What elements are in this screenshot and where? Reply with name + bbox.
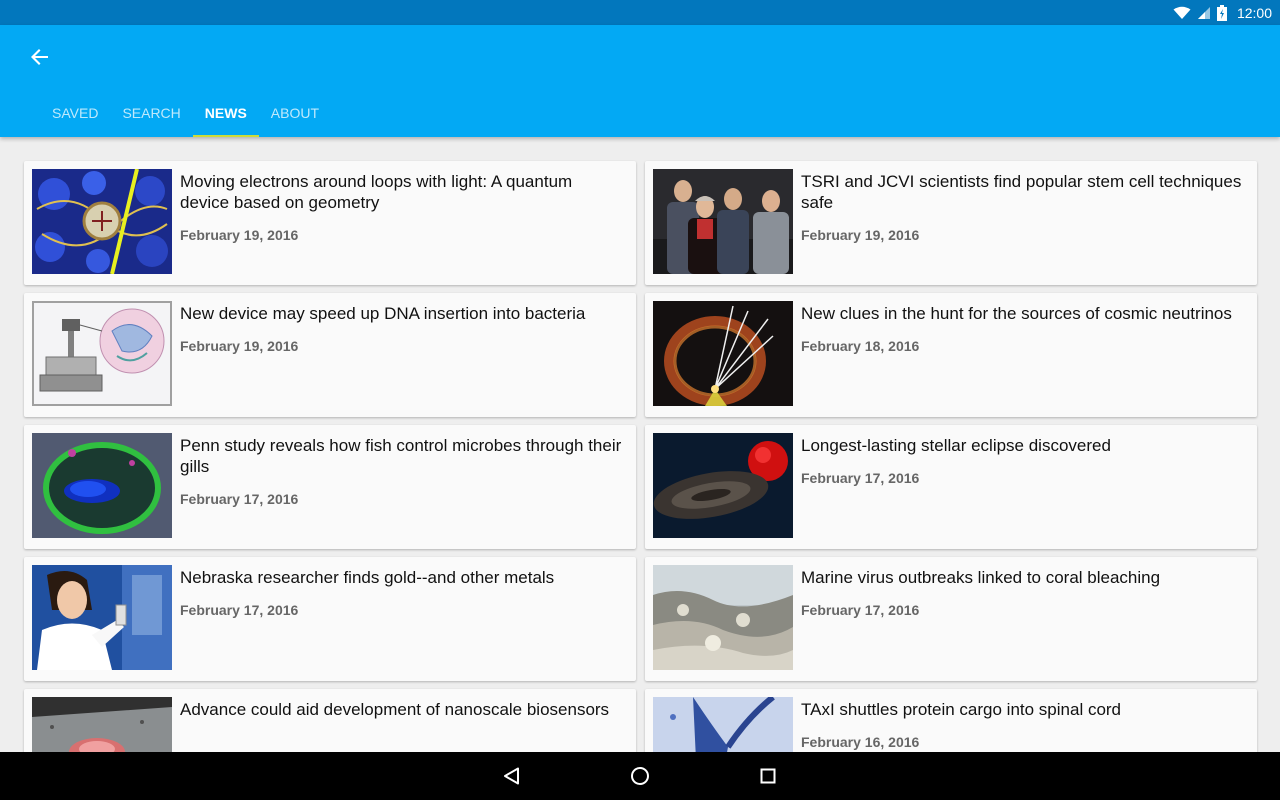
article-title: New device may speed up DNA insertion in…: [180, 304, 586, 323]
signal-icon: [1197, 6, 1210, 19]
article-date: February 18, 2016: [801, 338, 920, 354]
article-thumbnail-neutrinos: [653, 301, 793, 406]
article-title: Marine virus outbreaks linked to coral b…: [801, 568, 1161, 587]
news-grid: Moving electrons around loops with light…: [24, 161, 1257, 752]
news-card[interactable]: TAxI shuttles protein cargo into spinal …: [645, 689, 1257, 752]
article-date: February 17, 2016: [801, 470, 920, 486]
square-recents-icon: [760, 768, 776, 784]
tab-news[interactable]: NEWS: [192, 89, 259, 137]
arrow-left-icon: [31, 49, 48, 65]
news-card[interactable]: New device may speed up DNA insertion in…: [24, 293, 636, 417]
triangle-back-icon: [504, 767, 519, 785]
article-title: TAxI shuttles protein cargo into spinal …: [801, 700, 1122, 719]
status-icons: 12:00: [1173, 0, 1272, 25]
status-time: 12:00: [1236, 4, 1272, 21]
news-card[interactable]: New clues in the hunt for the sources of…: [645, 293, 1257, 417]
article-thumbnail-spinal-cord: [653, 697, 793, 752]
article-thumbnail-scientists: [653, 169, 793, 274]
news-card[interactable]: Penn study reveals how fish control micr…: [24, 425, 636, 549]
nav-home-button[interactable]: [608, 752, 672, 800]
article-date: February 17, 2016: [180, 602, 299, 618]
article-title: Nebraska researcher finds gold--and othe…: [180, 568, 555, 587]
article-thumbnail-coral: [653, 565, 793, 670]
tab-about[interactable]: ABOUT: [259, 89, 331, 137]
article-text: Nebraska researcher finds gold--and othe…: [180, 567, 624, 621]
battery-icon: [1216, 4, 1227, 21]
article-thumbnail-researcher: [32, 565, 172, 670]
tab-bar: SAVED SEARCH NEWS ABOUT: [40, 89, 331, 137]
news-card[interactable]: Moving electrons around loops with light…: [24, 161, 636, 285]
article-date: February 17, 2016: [180, 491, 299, 507]
nav-recents-button[interactable]: [736, 752, 800, 800]
article-thumbnail-stellar-eclipse: [653, 433, 793, 538]
system-nav-bar: [0, 752, 1280, 800]
news-card[interactable]: Advance could aid development of nanosca…: [24, 689, 636, 752]
circle-home-icon: [631, 767, 649, 785]
article-thumbnail-quantum-device: [32, 169, 172, 274]
article-thumbnail-fish-gills: [32, 433, 172, 538]
news-card[interactable]: Marine virus outbreaks linked to coral b…: [645, 557, 1257, 681]
news-card[interactable]: Nebraska researcher finds gold--and othe…: [24, 557, 636, 681]
article-title: New clues in the hunt for the sources of…: [801, 304, 1232, 323]
article-title: Penn study reveals how fish control micr…: [180, 436, 622, 476]
article-thumbnail-nanoscale: [32, 697, 172, 752]
article-text: New clues in the hunt for the sources of…: [801, 303, 1245, 357]
status-bar: 12:00: [0, 0, 1280, 25]
article-date: February 19, 2016: [801, 227, 920, 243]
article-title: TSRI and JCVI scientists find popular st…: [801, 172, 1242, 212]
back-button[interactable]: [24, 41, 56, 73]
news-card[interactable]: TSRI and JCVI scientists find popular st…: [645, 161, 1257, 285]
tab-saved[interactable]: SAVED: [40, 89, 110, 137]
article-title: Moving electrons around loops with light…: [180, 172, 573, 212]
article-title: Longest-lasting stellar eclipse discover…: [801, 436, 1111, 455]
article-text: Longest-lasting stellar eclipse discover…: [801, 435, 1245, 489]
tab-search[interactable]: SEARCH: [110, 89, 192, 137]
news-card[interactable]: Longest-lasting stellar eclipse discover…: [645, 425, 1257, 549]
article-text: Penn study reveals how fish control micr…: [180, 435, 624, 510]
nav-back-button[interactable]: [480, 752, 544, 800]
article-title: Advance could aid development of nanosca…: [180, 700, 610, 719]
article-date: February 19, 2016: [180, 338, 299, 354]
article-text: TAxI shuttles protein cargo into spinal …: [801, 699, 1245, 752]
article-text: Moving electrons around loops with light…: [180, 171, 624, 246]
wifi-icon: [1173, 6, 1191, 19]
article-text: New device may speed up DNA insertion in…: [180, 303, 624, 357]
article-thumbnail-dna-device: [32, 301, 172, 406]
article-date: February 19, 2016: [180, 227, 299, 243]
news-list[interactable]: Moving electrons around loops with light…: [0, 137, 1280, 752]
article-text: TSRI and JCVI scientists find popular st…: [801, 171, 1245, 246]
article-text: Advance could aid development of nanosca…: [180, 699, 624, 732]
app-bar: SAVED SEARCH NEWS ABOUT: [0, 25, 1280, 137]
article-text: Marine virus outbreaks linked to coral b…: [801, 567, 1245, 621]
article-date: February 16, 2016: [801, 734, 920, 750]
article-date: February 17, 2016: [801, 602, 920, 618]
